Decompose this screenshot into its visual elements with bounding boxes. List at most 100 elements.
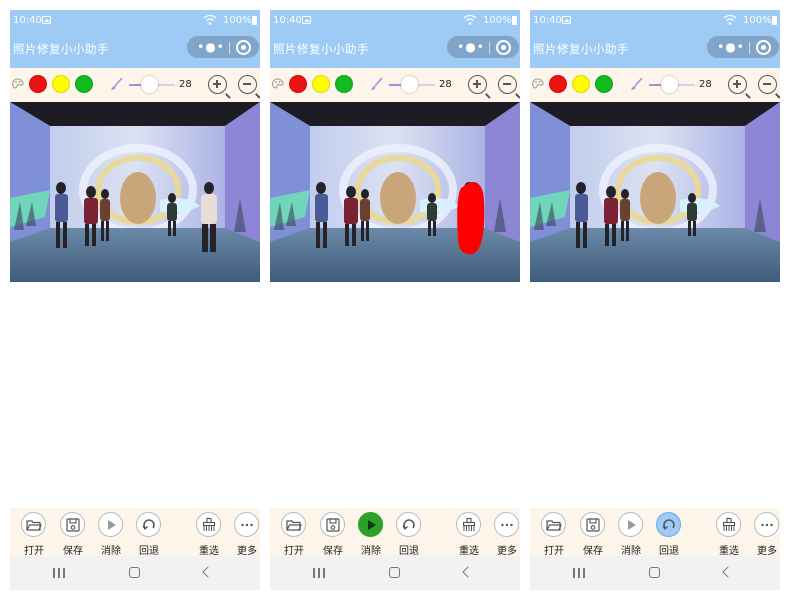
status-time: 10:40 (533, 15, 562, 26)
phone-screen: 10:40 100% 照片修复小小助手 •●• 28 打开 保存 消除 回退 重… (10, 10, 260, 590)
battery-percent: 100% (223, 15, 252, 26)
battery-icon (252, 16, 257, 25)
zoom-in-icon[interactable] (468, 75, 487, 94)
save-label: 保存 (323, 546, 343, 557)
home-icon[interactable] (129, 567, 140, 578)
zoom-out-icon[interactable] (758, 75, 777, 94)
capsule-divider (229, 42, 230, 54)
broom-icon (196, 512, 221, 537)
color-swatch-green[interactable] (75, 75, 93, 93)
more-label: 更多 (497, 546, 517, 557)
color-swatch-red[interactable] (289, 75, 307, 93)
open-button[interactable]: 打开 (539, 512, 569, 557)
erase-button[interactable]: 消除 (96, 512, 126, 557)
more-button[interactable]: 更多 (492, 512, 520, 557)
undo-circle-icon (396, 512, 421, 537)
reselect-button[interactable]: 重选 (194, 512, 224, 557)
back-icon[interactable] (722, 566, 734, 578)
recent-apps-icon[interactable] (573, 568, 585, 578)
color-swatch-red[interactable] (29, 75, 47, 93)
photo-canvas[interactable] (10, 102, 260, 282)
capsule-more-button[interactable]: •●• (717, 39, 745, 55)
erase-button[interactable]: 消除 (356, 512, 386, 557)
undo-circle-icon (136, 512, 161, 537)
capsule-close-button[interactable] (756, 40, 771, 55)
undo-button[interactable]: 回退 (654, 512, 684, 557)
color-swatch-yellow[interactable] (572, 75, 590, 93)
capsule-more-button[interactable]: •●• (197, 39, 225, 55)
broom-icon (456, 512, 481, 537)
erase-label: 消除 (361, 546, 381, 557)
back-icon[interactable] (202, 566, 214, 578)
android-nav-bar (530, 556, 780, 590)
photo-canvas[interactable] (270, 102, 520, 282)
more-button[interactable]: 更多 (752, 512, 780, 557)
zoom-out-icon[interactable] (238, 75, 257, 94)
more-dots-icon (494, 512, 519, 537)
erase-button[interactable]: 消除 (616, 512, 646, 557)
battery-percent: 100% (743, 15, 772, 26)
save-button[interactable]: 保存 (58, 512, 88, 557)
palette-icon[interactable] (11, 78, 25, 90)
zoom-in-icon[interactable] (208, 75, 227, 94)
brush-size-slider-knob[interactable] (401, 76, 419, 93)
save-button[interactable]: 保存 (578, 512, 608, 557)
palette-icon[interactable] (271, 78, 285, 90)
color-swatch-red[interactable] (549, 75, 567, 93)
more-label: 更多 (237, 546, 257, 557)
undo-label: 回退 (139, 546, 159, 557)
status-time: 10:40 (273, 15, 302, 26)
capsule-more-button[interactable]: •●• (457, 39, 485, 55)
save-disk-icon (320, 512, 345, 537)
reselect-label: 重选 (719, 546, 739, 557)
color-swatch-green[interactable] (335, 75, 353, 93)
open-button[interactable]: 打开 (19, 512, 49, 557)
more-dots-icon (754, 512, 779, 537)
home-icon[interactable] (389, 567, 400, 578)
play-icon (618, 512, 643, 537)
undo-button[interactable]: 回退 (394, 512, 424, 557)
brush-size-slider-knob[interactable] (141, 76, 159, 93)
capsule-close-button[interactable] (236, 40, 251, 55)
palette-icon[interactable] (531, 78, 545, 90)
status-time: 10:40 (13, 15, 42, 26)
status-bar: 10:40 100% (530, 10, 780, 32)
phone-screen: 10:40 100% 照片修复小小助手 •●• 28 打开 保存 消除 回退 重… (270, 10, 520, 590)
open-button[interactable]: 打开 (279, 512, 309, 557)
wifi-signal-icon (203, 14, 217, 25)
photo-canvas[interactable] (530, 102, 780, 282)
undo-button[interactable]: 回退 (134, 512, 164, 557)
capsule-divider (749, 42, 750, 54)
page-title: 照片修复小小助手 (13, 42, 109, 56)
reselect-button[interactable]: 重选 (454, 512, 484, 557)
brush-size-slider-knob[interactable] (661, 76, 679, 93)
recent-apps-icon[interactable] (53, 568, 65, 578)
phone-screen: 10:40 100% 照片修复小小助手 •●• 28 打开 保存 消除 回退 重… (530, 10, 780, 590)
color-swatch-yellow[interactable] (312, 75, 330, 93)
open-label: 打开 (284, 546, 304, 557)
recent-apps-icon[interactable] (313, 568, 325, 578)
reselect-button[interactable]: 重选 (714, 512, 744, 557)
folder-open-icon (541, 512, 566, 537)
color-swatch-green[interactable] (595, 75, 613, 93)
brush-toolbar: 28 (10, 68, 260, 102)
page-title: 照片修复小小助手 (273, 42, 369, 56)
gallery-notification-icon (302, 16, 311, 24)
battery-icon (512, 16, 517, 25)
more-label: 更多 (757, 546, 777, 557)
color-swatch-yellow[interactable] (52, 75, 70, 93)
app-header: 10:40 100% 照片修复小小助手 •●• (270, 10, 520, 68)
broom-icon (716, 512, 741, 537)
save-button[interactable]: 保存 (318, 512, 348, 557)
capsule-close-button[interactable] (496, 40, 511, 55)
back-icon[interactable] (462, 566, 474, 578)
more-button[interactable]: 更多 (232, 512, 260, 557)
bottom-toolbar: 打开 保存 消除 回退 重选 更多 (530, 508, 780, 557)
zoom-in-icon[interactable] (728, 75, 747, 94)
save-label: 保存 (583, 546, 603, 557)
zoom-out-icon[interactable] (498, 75, 517, 94)
miniprogram-capsule: •●• (446, 35, 520, 59)
erase-label: 消除 (621, 546, 641, 557)
battery-icon (772, 16, 777, 25)
home-icon[interactable] (649, 567, 660, 578)
